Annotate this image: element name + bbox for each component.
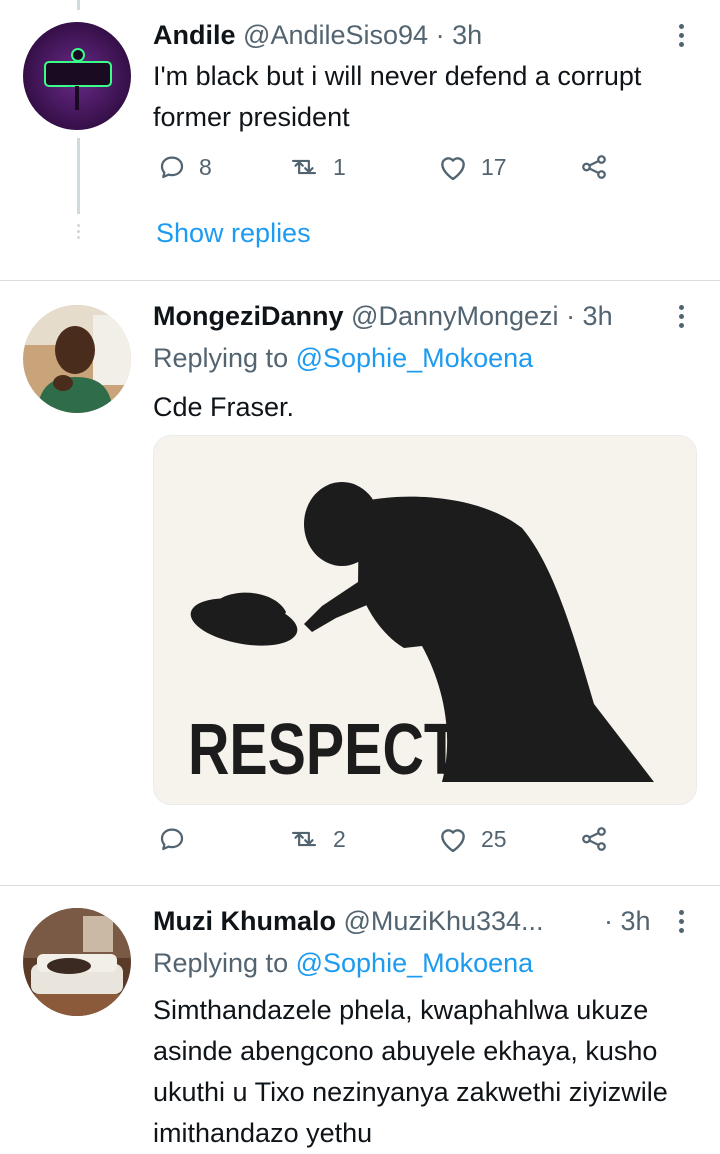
more-options-icon[interactable] bbox=[677, 910, 685, 937]
tweet-actions: 2 25 bbox=[153, 824, 623, 864]
tweet-actions: 8 1 17 bbox=[153, 152, 623, 192]
show-replies-link[interactable]: Show replies bbox=[156, 218, 311, 249]
author-handle[interactable]: @AndileSiso94 bbox=[243, 20, 428, 50]
reply-button[interactable]: 8 bbox=[157, 152, 212, 182]
retweet-count: 2 bbox=[333, 825, 346, 852]
share-button[interactable] bbox=[579, 824, 609, 854]
avatar-mongezidanny[interactable] bbox=[23, 305, 131, 413]
tweet-time-wrap: · 3h bbox=[604, 904, 651, 938]
more-options-icon[interactable] bbox=[677, 305, 685, 332]
thread-dots bbox=[77, 224, 80, 242]
retweet-button[interactable]: 2 bbox=[287, 824, 346, 854]
like-count: 25 bbox=[481, 825, 507, 852]
like-button[interactable]: 17 bbox=[437, 152, 507, 182]
thread-line bbox=[77, 138, 80, 214]
mention-link[interactable]: @Sophie_Mokoena bbox=[296, 948, 534, 978]
retweet-icon bbox=[291, 159, 317, 175]
retweet-button[interactable]: 1 bbox=[287, 152, 346, 182]
tweet-mongezidanny[interactable]: MongeziDanny @DannyMongezi · 3h Replying… bbox=[0, 281, 720, 885]
share-icon bbox=[582, 827, 606, 851]
thread-line-top bbox=[77, 0, 80, 10]
tweet-andile[interactable]: Andile @AndileSiso94 · 3h I'm black but … bbox=[0, 0, 720, 280]
share-button[interactable] bbox=[579, 152, 609, 182]
replying-to: Replying to @Sophie_Mokoena bbox=[153, 946, 533, 980]
replying-prefix: Replying to bbox=[153, 948, 289, 978]
like-button[interactable]: 25 bbox=[437, 824, 507, 854]
share-icon bbox=[582, 155, 606, 179]
reply-icon bbox=[160, 828, 184, 851]
reply-icon bbox=[160, 156, 184, 179]
tweet-time[interactable]: · 3h bbox=[566, 301, 613, 331]
more-options-icon[interactable] bbox=[677, 24, 685, 51]
replying-to: Replying to @Sophie_Mokoena bbox=[153, 341, 533, 375]
author-name[interactable]: Andile bbox=[153, 20, 236, 50]
heart-icon bbox=[441, 829, 465, 853]
respect-bowing-figure: RESPECT! bbox=[154, 436, 696, 804]
tweet-time[interactable]: · 3h bbox=[604, 906, 651, 936]
retweet-count: 1 bbox=[333, 153, 346, 180]
author-handle[interactable]: @MuziKhu334... bbox=[344, 906, 544, 936]
tweet-header: Andile @AndileSiso94 · 3h bbox=[153, 18, 482, 52]
author-name[interactable]: Muzi Khumalo bbox=[153, 906, 336, 936]
avatar-image-person bbox=[23, 305, 131, 413]
reply-count: 8 bbox=[199, 153, 212, 180]
retweet-icon bbox=[291, 831, 317, 847]
author-name[interactable]: MongeziDanny bbox=[153, 301, 344, 331]
mention-link[interactable]: @Sophie_Mokoena bbox=[296, 343, 534, 373]
author-handle[interactable]: @DannyMongezi bbox=[351, 301, 559, 331]
avatar-muzi-khumalo[interactable] bbox=[23, 908, 131, 1016]
avatar-image-sofa bbox=[23, 908, 131, 1016]
tweet-header: Muzi Khumalo @MuziKhu334... bbox=[153, 904, 544, 938]
media-caption: RESPECT! bbox=[188, 710, 478, 790]
tweet-time[interactable]: · 3h bbox=[436, 20, 483, 50]
tweet-text: Simthandazele phela, kwaphahlwa ukuze as… bbox=[153, 995, 668, 1148]
tweet-text: I'm black but i will never defend a corr… bbox=[153, 61, 642, 132]
tweet-header: MongeziDanny @DannyMongezi · 3h bbox=[153, 299, 613, 333]
tweet-media-image[interactable]: RESPECT! bbox=[153, 435, 697, 805]
avatar-image-neon-sign bbox=[23, 22, 131, 130]
tweet-muzi-khumalo[interactable]: Muzi Khumalo @MuziKhu334... · 3h Replyin… bbox=[0, 886, 720, 1150]
like-count: 17 bbox=[481, 153, 507, 180]
heart-icon bbox=[441, 157, 465, 181]
tweet-text: Cde Fraser. bbox=[153, 392, 295, 422]
avatar-andile[interactable] bbox=[23, 22, 131, 130]
replying-prefix: Replying to bbox=[153, 343, 289, 373]
reply-button[interactable] bbox=[157, 824, 199, 854]
